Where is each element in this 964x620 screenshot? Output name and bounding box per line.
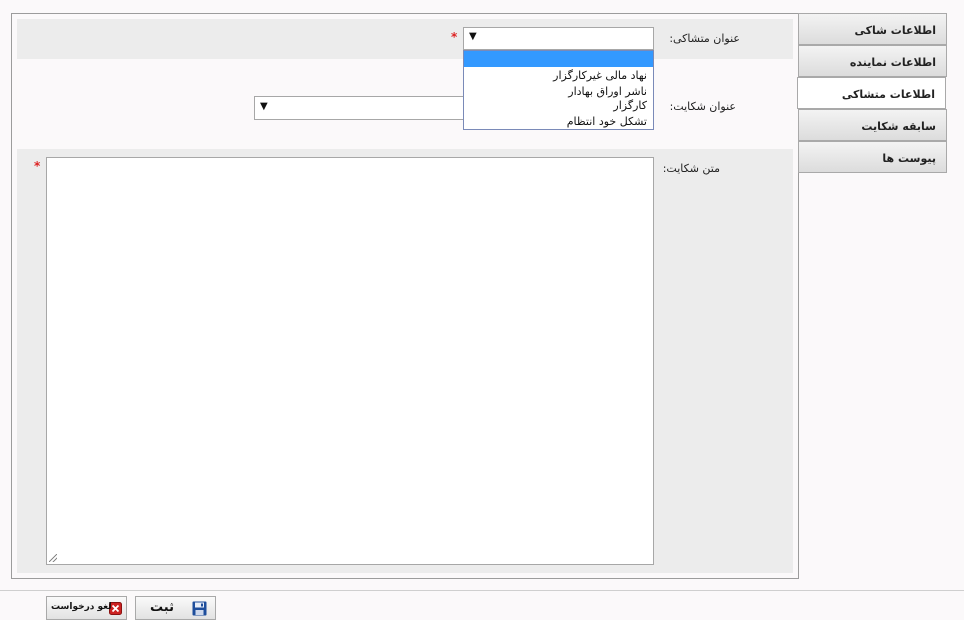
required-mark: *: [451, 30, 458, 44]
dropdown-option[interactable]: تشکل خود انتظام: [567, 115, 647, 128]
resize-handle-icon[interactable]: [49, 554, 57, 562]
chevron-down-icon: ▼: [260, 101, 268, 112]
dropdown-option[interactable]: کارگزار: [613, 99, 647, 112]
complaint-title-label: عنوان شکایت:: [669, 100, 736, 113]
dropdown-option[interactable]: نهاد مالی غیرکارگزار: [553, 69, 647, 82]
cancel-label: لغو درخواست: [51, 602, 112, 612]
submit-label: ثبت: [150, 600, 174, 615]
complaint-text-area[interactable]: [46, 157, 654, 565]
save-icon: [192, 601, 207, 616]
tab-attachments[interactable]: پیوست ها: [798, 141, 947, 173]
submit-button[interactable]: ثبت: [135, 596, 216, 620]
respondent-title-select[interactable]: ▼: [463, 27, 654, 50]
dropdown-option-highlighted[interactable]: [464, 51, 653, 67]
tab-complainant-info[interactable]: اطلاعات شاکی: [798, 13, 947, 45]
tab-complaint-history[interactable]: سابقه شکایت: [798, 109, 947, 141]
complaint-text-label: متن شکایت:: [662, 162, 720, 175]
tab-representative-info[interactable]: اطلاعات نماینده: [798, 45, 947, 77]
footer-divider: [0, 590, 964, 591]
dropdown-option[interactable]: ناشر اوراق بهادار: [568, 85, 647, 98]
respondent-title-label: عنوان متشاکی:: [669, 32, 740, 45]
cancel-request-button[interactable]: لغو درخواست: [46, 596, 127, 620]
respondent-options-list[interactable]: نهاد مالی غیرکارگزار ناشر اوراق بهادار ک…: [463, 50, 654, 130]
tab-respondent-info[interactable]: اطلاعات متشاکی: [797, 77, 946, 109]
required-mark: *: [34, 159, 41, 173]
chevron-down-icon: ▼: [469, 31, 477, 42]
